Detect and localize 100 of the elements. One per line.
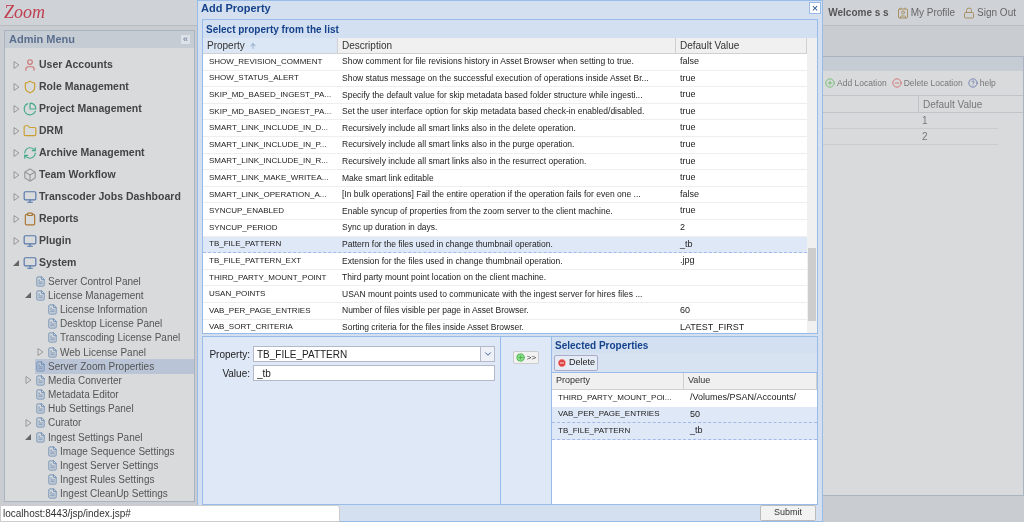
profile-card-icon xyxy=(896,6,909,19)
tree-item[interactable]: Media Converter xyxy=(35,372,130,388)
caret-icon[interactable] xyxy=(13,127,20,135)
column-header[interactable]: Property xyxy=(552,373,684,389)
file-icon xyxy=(35,374,46,386)
tree-item[interactable]: Metadata Editor xyxy=(35,387,127,403)
file-icon xyxy=(47,303,58,315)
table-row[interactable]: TB_FILE_PATTERN _tb xyxy=(552,423,817,440)
tree-item[interactable]: Project Management xyxy=(23,101,150,117)
tree-item[interactable]: Hub Settings Panel xyxy=(35,401,142,417)
tree-item[interactable]: Plugin xyxy=(23,233,80,249)
close-button[interactable]: × xyxy=(809,2,821,14)
table-cell-text: false xyxy=(679,55,699,69)
table-row[interactable]: SMART_LINK_OPERATION_A... [In bulk operations] Fail the entire operation if the operation fails for even one ... false xyxy=(203,186,807,204)
table-row[interactable]: SHOW_REVISION_COMMENT Show comment for file revisions history in Asset Browser when setting to true. false xyxy=(203,54,807,71)
tree-item[interactable]: Ingest Server Settings xyxy=(47,458,167,474)
table-cell-text: SYNCUP_PERIOD xyxy=(208,221,279,234)
collapse-button[interactable]: « xyxy=(181,35,190,44)
table-row[interactable]: VAB_PER_PAGE_ENTRIES 50 xyxy=(552,406,817,423)
caret-icon[interactable] xyxy=(13,193,20,201)
file-icon xyxy=(47,488,58,500)
table-cell-text: Third party mount point location on the client machine. xyxy=(341,271,548,284)
tree-item[interactable]: User Accounts xyxy=(23,57,121,73)
value-field[interactable]: _tb xyxy=(253,365,495,381)
caret-icon[interactable] xyxy=(13,259,20,267)
file-icon xyxy=(47,332,58,344)
tree-item[interactable]: Ingest Rules Settings xyxy=(47,472,163,488)
table-cell-text: true xyxy=(679,171,696,185)
caret-icon[interactable] xyxy=(13,83,20,91)
table-row[interactable]: SMART_LINK_INCLUDE_IN_R... Recursively include all smart links also in the resurrect operation. true xyxy=(203,153,807,171)
tree-item[interactable]: Transcoder Jobs Dashboard xyxy=(23,189,189,205)
monitor-icon xyxy=(23,256,37,270)
tree-item[interactable]: Reports xyxy=(23,211,87,227)
file-icon xyxy=(35,431,46,443)
table-row[interactable]: VAB_PER_PAGE_ENTRIES Number of files visible per page in Asset Browser. 60 xyxy=(203,302,807,320)
caret-icon[interactable] xyxy=(25,291,32,300)
column-header[interactable]: Description xyxy=(338,38,676,53)
tree-item[interactable]: Ingest CleanUp Settings xyxy=(47,486,176,502)
tree-item[interactable]: Role Management xyxy=(23,79,137,95)
table-cell-text: Pattern for the files used in change thumbnail operation. xyxy=(341,237,554,251)
table-row[interactable]: SYNCUP_PERIOD Sync up duration in days. 2 xyxy=(203,219,807,237)
tree-item[interactable]: License Management xyxy=(35,287,152,303)
table-row[interactable]: SKIP_MD_BASED_INGEST_PA... Specify the default value for skip metadata based folder structure while ingesti... true xyxy=(203,87,807,104)
table-cell-text: 60 xyxy=(679,303,690,317)
tree-item[interactable]: Ingest Settings Panel xyxy=(35,429,151,445)
tree-item[interactable]: Desktop License Panel xyxy=(47,316,171,332)
caret-icon[interactable] xyxy=(13,105,20,113)
table-cell-text: Set the user interface option for skip metadata based check-in enabled/disabled. xyxy=(341,105,646,118)
property-dropdown[interactable]: TB_FILE_PATTERN xyxy=(253,346,495,362)
caret-icon[interactable] xyxy=(13,61,20,69)
table-row[interactable]: SYNCUP_ENABLED Enable syncup of properties from the zoom server to the client machine. true xyxy=(203,203,807,220)
caret-icon[interactable] xyxy=(13,215,20,223)
tree-item[interactable]: Archive Management xyxy=(23,145,153,161)
table-row[interactable]: USAN_POINTS USAN mount points used to communicate with the ingest server for hires files ... xyxy=(203,286,807,303)
table-row[interactable]: SMART_LINK_MAKE_WRITEA... Make smart link editable true xyxy=(203,170,807,187)
table-cell-text: Recursively include all smart links also in the purge operation. xyxy=(341,138,576,152)
column-header[interactable]: Property xyxy=(203,38,338,53)
tree-item[interactable]: DRM xyxy=(23,123,71,139)
table-row[interactable]: TB_FILE_PATTERN_EXT Extension for the files used in change thumbnail operation. .jpg xyxy=(203,253,807,270)
caret-icon[interactable] xyxy=(13,149,20,157)
tree-item[interactable]: Team Workflow xyxy=(23,167,124,183)
tree-item[interactable]: Web License Panel xyxy=(47,344,154,360)
table-cell-text: SMART_LINK_INCLUDE_IN_D... xyxy=(208,122,329,135)
tree-item[interactable]: Transcoding License Panel xyxy=(47,330,189,346)
tree-item[interactable]: Curator xyxy=(35,415,90,431)
header-link[interactable]: My Profile xyxy=(896,5,956,20)
tree-item[interactable]: Image Sequence Settings xyxy=(47,443,183,459)
caret-icon[interactable] xyxy=(13,171,20,179)
tree-item[interactable]: Server Control Panel xyxy=(35,273,149,289)
table-row[interactable]: SMART_LINK_INCLUDE_IN_D... Recursively include all smart links also in the delete operation. true xyxy=(203,120,807,137)
table-row[interactable]: SKIP_MD_BASED_INGEST_PA... Set the user interface option for skip metadata based check-in enabled/disabled. true xyxy=(203,103,807,121)
table-row[interactable]: SMART_LINK_INCLUDE_IN_P... Recursively include all smart links also in the purge operation. true xyxy=(203,136,807,154)
column-header[interactable]: Value xyxy=(684,373,817,389)
caret-icon[interactable] xyxy=(25,433,32,442)
tree-item[interactable]: Server Zoom Properties xyxy=(35,358,194,374)
tree-item[interactable]: System xyxy=(23,255,85,271)
table-cell-text: TB_FILE_PATTERN xyxy=(557,424,632,437)
chevron-down-icon xyxy=(482,349,493,359)
header-link[interactable]: Sign Out xyxy=(963,5,1016,20)
table-cell-text: SMART_LINK_OPERATION_A... xyxy=(208,188,328,201)
delete-button[interactable]: Delete xyxy=(554,354,598,371)
table-cell-text: VAB_SORT_CRITERIA xyxy=(208,321,294,333)
table-row[interactable]: SHOW_STATUS_ALERT Show status message on the successful execution of operations inside Asset Br... true xyxy=(203,70,807,88)
caret-icon[interactable] xyxy=(25,418,32,427)
submit-button[interactable]: Submit xyxy=(760,505,816,521)
table-cell-text: 2 xyxy=(679,221,685,234)
table-cell-text: Specify the default value for skip metadata based folder structure while ingesti... xyxy=(341,88,644,102)
scrollbar[interactable] xyxy=(807,38,817,333)
tree-item[interactable]: License Information xyxy=(47,301,156,317)
caret-icon[interactable] xyxy=(25,376,32,385)
table-cell-text: SMART_LINK_MAKE_WRITEA... xyxy=(208,171,330,184)
status-url: localhost:8443/jsp/index.jsp# xyxy=(3,507,131,521)
caret-icon[interactable] xyxy=(37,348,44,357)
table-cell-text: SHOW_STATUS_ALERT xyxy=(208,72,300,85)
monitor-icon xyxy=(23,234,37,248)
caret-icon[interactable] xyxy=(13,237,20,245)
table-row[interactable]: THIRD_PARTY_MOUNT_POI... /Volumes/PSAN/Accounts/ xyxy=(552,390,817,407)
table-row[interactable]: THIRD_PARTY_MOUNT_POINT Third party mount point location on the client machine. xyxy=(203,269,807,287)
table-cell-text: true xyxy=(679,138,696,151)
add-button[interactable]: >> xyxy=(512,351,540,364)
